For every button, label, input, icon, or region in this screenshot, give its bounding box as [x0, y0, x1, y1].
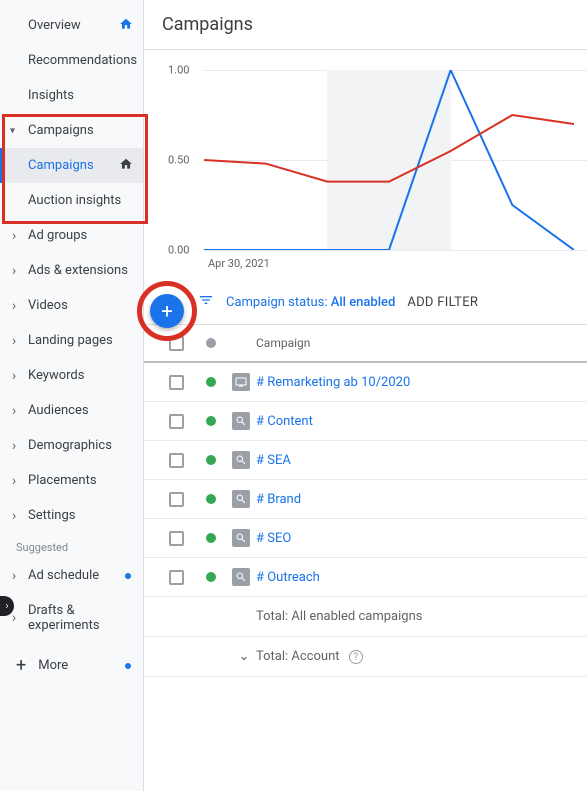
sidebar-item-ad-schedule[interactable]: Ad schedule — [0, 558, 143, 593]
sidebar-label: Keywords — [28, 368, 84, 383]
table-row: # SEO — [144, 519, 587, 558]
table-header-campaign[interactable]: Campaign — [256, 336, 575, 350]
campaigns-table: Campaign # Remarketing ab 10/2020 # Conte… — [144, 324, 587, 677]
sidebar-item-insights[interactable]: Insights — [0, 78, 143, 113]
table-row: # SEA — [144, 441, 587, 480]
sidebar: Overview Recommendations Insights Campai… — [0, 0, 144, 791]
main-content: Campaigns 0.00 0.50 1.00 Apr 30, 2021 Campa… — [144, 0, 587, 791]
status-dot-icon[interactable] — [206, 455, 216, 465]
sidebar-label: Campaigns — [28, 123, 94, 138]
sidebar-item-ads-extensions[interactable]: Ads & extensions — [0, 253, 143, 288]
sidebar-item-landing-pages[interactable]: Landing pages — [0, 323, 143, 358]
home-icon — [119, 157, 133, 175]
sidebar-label: Landing pages — [28, 333, 113, 348]
sidebar-item-auction-insights[interactable]: Auction insights — [0, 183, 143, 218]
sidebar-label: More — [38, 658, 68, 673]
row-checkbox[interactable] — [169, 414, 184, 429]
add-campaign-fab[interactable]: + — [150, 294, 184, 328]
select-all-checkbox[interactable] — [169, 336, 184, 351]
status-dot-icon[interactable] — [206, 494, 216, 504]
sidebar-item-drafts-experiments[interactable]: Drafts & experiments — [0, 593, 143, 643]
sidebar-label: Insights — [28, 88, 74, 103]
campaign-link[interactable]: # SEA — [256, 453, 291, 468]
row-checkbox[interactable] — [169, 570, 184, 585]
row-checkbox[interactable] — [169, 375, 184, 390]
y-axis-label: 0.00 — [168, 244, 189, 257]
filter-bar: Campaign status: All enabled ADD FILTER — [144, 280, 587, 324]
sidebar-more[interactable]: + More — [0, 643, 143, 688]
sidebar-suggested-header: Suggested — [0, 533, 143, 558]
add-filter-button[interactable]: ADD FILTER — [407, 295, 478, 310]
page-title: Campaigns — [144, 0, 587, 50]
campaign-type-icon — [232, 412, 250, 430]
sidebar-label: Placements — [28, 473, 97, 488]
campaign-link[interactable]: # Brand — [256, 492, 301, 507]
performance-chart[interactable]: 0.00 0.50 1.00 Apr 30, 2021 — [144, 50, 587, 280]
sidebar-label: Demographics — [28, 438, 112, 453]
sidebar-item-placements[interactable]: Placements — [0, 463, 143, 498]
campaign-type-icon — [232, 529, 250, 547]
sidebar-label: Ad schedule — [28, 568, 99, 583]
table-total-account: ⌄ Total: Account ? — [144, 637, 587, 677]
table-header-row: Campaign — [144, 325, 587, 363]
sidebar-item-demographics[interactable]: Demographics — [0, 428, 143, 463]
sidebar-label: Drafts & experiments — [28, 603, 133, 633]
sidebar-label: Settings — [28, 508, 75, 523]
status-dot-icon[interactable] — [206, 416, 216, 426]
sidebar-label: Ads & extensions — [28, 263, 128, 278]
filter-icon[interactable] — [198, 292, 214, 312]
campaign-type-icon — [232, 490, 250, 508]
table-row: # Outreach — [144, 558, 587, 597]
row-checkbox[interactable] — [169, 453, 184, 468]
filter-status[interactable]: Campaign status: All enabled — [226, 295, 395, 310]
row-checkbox[interactable] — [169, 531, 184, 546]
plus-icon: + — [161, 299, 172, 323]
sidebar-label: Overview — [28, 18, 81, 33]
home-icon — [119, 17, 133, 35]
status-dot-icon[interactable] — [206, 533, 216, 543]
sidebar-label: Campaigns — [28, 158, 94, 173]
sidebar-label: Videos — [28, 298, 68, 313]
chevron-down-icon[interactable]: ⌄ — [232, 649, 256, 664]
sidebar-item-ad-groups[interactable]: Ad groups — [0, 218, 143, 253]
table-row: # Remarketing ab 10/2020 — [144, 363, 587, 402]
campaign-type-icon — [232, 373, 250, 391]
campaign-type-icon — [232, 451, 250, 469]
status-dot-icon[interactable] — [206, 572, 216, 582]
y-axis-label: 1.00 — [168, 64, 189, 77]
sidebar-item-recommendations[interactable]: Recommendations — [0, 43, 143, 78]
sidebar-item-audiences[interactable]: Audiences — [0, 393, 143, 428]
table-row: # Brand — [144, 480, 587, 519]
campaign-link[interactable]: # Remarketing ab 10/2020 — [256, 375, 410, 390]
campaign-link[interactable]: # Content — [256, 414, 313, 429]
campaign-link[interactable]: # Outreach — [256, 570, 320, 585]
table-total-enabled: Total: All enabled campaigns — [144, 597, 587, 637]
row-checkbox[interactable] — [169, 492, 184, 507]
sidebar-label: Auction insights — [28, 193, 121, 208]
y-axis-label: 0.50 — [168, 154, 189, 167]
sidebar-label: Audiences — [28, 403, 89, 418]
x-axis-label: Apr 30, 2021 — [208, 257, 270, 270]
campaign-link[interactable]: # SEO — [256, 531, 291, 546]
sidebar-item-campaigns-sub[interactable]: Campaigns — [0, 148, 143, 183]
sidebar-item-videos[interactable]: Videos — [0, 288, 143, 323]
info-icon[interactable]: ? — [349, 650, 363, 664]
plus-icon: + — [16, 655, 26, 676]
sidebar-item-settings[interactable]: Settings — [0, 498, 143, 533]
notification-dot-icon — [125, 573, 131, 579]
sidebar-label: Recommendations — [28, 53, 137, 68]
table-row: # Content — [144, 402, 587, 441]
status-header-icon[interactable] — [206, 338, 216, 348]
sidebar-item-keywords[interactable]: Keywords — [0, 358, 143, 393]
campaign-type-icon — [232, 568, 250, 586]
status-dot-icon[interactable] — [206, 377, 216, 387]
sidebar-label: Ad groups — [28, 228, 87, 243]
sidebar-item-campaigns[interactable]: Campaigns — [0, 113, 143, 148]
notification-dot-icon — [125, 663, 131, 669]
sidebar-item-overview[interactable]: Overview — [0, 8, 143, 43]
